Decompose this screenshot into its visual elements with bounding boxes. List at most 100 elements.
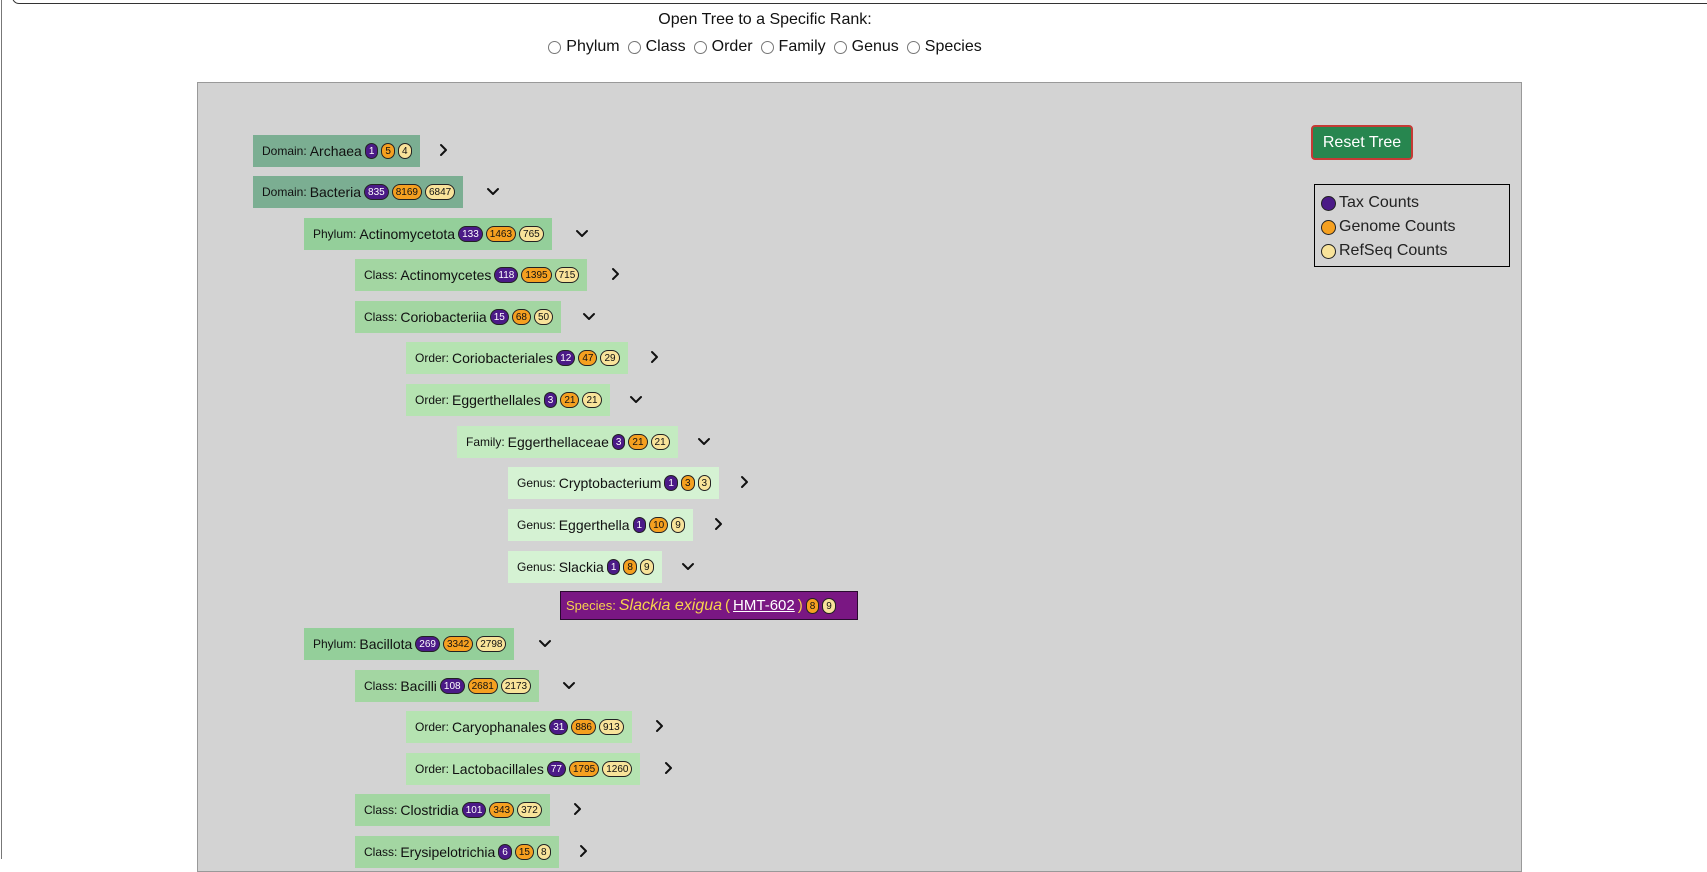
page-border <box>1 0 2 859</box>
class-radio[interactable] <box>627 40 641 54</box>
tree-node-slackia[interactable]: Genus: Slackia 1 8 9 <box>508 551 662 583</box>
rank-option-phylum[interactable]: Phylum <box>548 38 620 56</box>
legend-label: Tax Counts <box>1339 194 1420 211</box>
tree-node-bacteria[interactable]: Domain: Bacteria 835 8169 6847 <box>253 176 464 208</box>
legend: Tax Counts Genome Counts RefSeq Counts <box>1314 184 1510 267</box>
node-name: Cryptobacterium <box>558 475 662 491</box>
rank-option-class[interactable]: Class <box>627 38 686 56</box>
tree-node-lactobacillales[interactable]: Order: Lactobacillales 77 1795 1260 <box>406 753 641 785</box>
chevron-right-icon[interactable] <box>435 142 451 158</box>
legend-row-refseq: RefSeq Counts <box>1321 239 1503 263</box>
rank-option-label: Order <box>711 38 753 55</box>
genus-radio[interactable] <box>833 40 847 54</box>
tree-node-bacilli[interactable]: Class: Bacilli 108 2681 2173 <box>355 670 540 702</box>
species-radio[interactable] <box>906 40 920 54</box>
rank-selector: Phylum Class Order Family Genus Species <box>0 38 1530 56</box>
tree-node-caryophanales[interactable]: Order: Caryophanales 31 886 913 <box>406 711 632 743</box>
tree-node-archaea[interactable]: Domain: Archaea 1 5 4 <box>253 135 420 167</box>
tree-node-eggerthella[interactable]: Genus: Eggerthella 1 10 9 <box>508 509 693 541</box>
genome-count-badge: 47 <box>578 350 598 366</box>
tree-node-actinomycetota[interactable]: Phylum: Actinomycetota 133 1463 765 <box>304 218 552 250</box>
chevron-down-icon[interactable] <box>485 183 501 199</box>
genome-count-badge: 3 <box>680 475 695 491</box>
rank-option-label: Phylum <box>566 38 620 55</box>
node-name: Slackia <box>558 559 604 575</box>
species-node[interactable]: Species: Slackia exigua (HMT-602) 8 9 <box>560 591 858 620</box>
refseq-count-badge: 372 <box>517 802 542 818</box>
genome-count-badge: 5 <box>381 143 395 159</box>
refseq-count-badge: 2798 <box>476 636 507 652</box>
chevron-right-icon[interactable] <box>736 474 752 490</box>
node-name: Bacillota <box>359 636 413 652</box>
tax-count-badge: 1 <box>606 559 621 575</box>
order-radio[interactable] <box>693 40 707 54</box>
tax-count-badge: 1 <box>364 143 379 159</box>
node-name: Lactobacillales <box>452 761 544 777</box>
genome-count-dot-icon <box>1321 219 1336 235</box>
chevron-right-icon[interactable] <box>710 516 726 532</box>
genome-count-badge: 1463 <box>485 226 517 242</box>
rank-option-order[interactable]: Order <box>693 38 753 56</box>
chevron-right-icon[interactable] <box>575 843 591 859</box>
node-name: Coriobacteriia <box>400 309 487 325</box>
tax-count-badge: 6 <box>498 844 512 860</box>
tax-count-badge: 1 <box>664 475 678 491</box>
reset-tree-button[interactable]: Reset Tree <box>1311 125 1413 160</box>
node-rank: Class: <box>364 803 398 817</box>
rank-option-family[interactable]: Family <box>760 38 826 56</box>
tax-count-badge: 77 <box>546 761 566 777</box>
tax-count-badge: 15 <box>489 309 509 325</box>
tree-node-eggerthellaceae[interactable]: Family: Eggerthellaceae 3 21 21 <box>457 426 678 458</box>
chevron-down-icon[interactable] <box>537 635 553 651</box>
tree-node-bacillota[interactable]: Phylum: Bacillota 269 3342 2798 <box>304 628 515 660</box>
chevron-right-icon[interactable] <box>660 760 676 776</box>
chevron-down-icon[interactable] <box>561 677 577 693</box>
rank-option-species[interactable]: Species <box>906 38 982 56</box>
refseq-count-badge: 2173 <box>500 678 532 694</box>
tax-count-dot-icon <box>1321 195 1336 211</box>
top-frame <box>12 0 1707 4</box>
refseq-count-badge: 1260 <box>602 761 633 777</box>
chevron-right-icon[interactable] <box>646 349 662 365</box>
chevron-right-icon[interactable] <box>569 801 585 817</box>
chevron-down-icon[interactable] <box>581 308 597 324</box>
genome-count-badge: 8169 <box>391 184 422 200</box>
genome-count-badge: 8 <box>805 597 820 614</box>
tax-count-badge: 108 <box>439 678 465 694</box>
hmt-link[interactable]: HMT-602 <box>733 597 795 614</box>
node-name: Eggerthellaceae <box>507 434 609 450</box>
species-name: Slackia exigua <box>618 596 723 614</box>
genome-count-badge: 886 <box>571 719 596 735</box>
tree-node-coriobacteriia[interactable]: Class: Coriobacteriia 15 68 50 <box>355 301 562 333</box>
tree-node-cryptobacterium[interactable]: Genus: Cryptobacterium 1 3 3 <box>508 467 720 499</box>
rank-option-genus[interactable]: Genus <box>833 38 899 56</box>
refseq-count-badge: 8 <box>536 844 551 860</box>
tree-node-coriobacteriales[interactable]: Order: Coriobacteriales 12 47 29 <box>406 342 628 374</box>
tax-count-badge: 269 <box>415 636 440 652</box>
tree-node-clostridia[interactable]: Class: Clostridia 101 343 372 <box>355 794 550 826</box>
refseq-count-badge: 6847 <box>424 184 456 200</box>
refseq-count-badge: 3 <box>697 475 712 491</box>
tree-node-erysipelotrichia[interactable]: Class: Erysipelotrichia 6 15 8 <box>355 836 559 868</box>
refseq-count-badge: 29 <box>600 350 620 366</box>
refseq-count-badge: 50 <box>533 309 554 325</box>
refseq-count-badge: 9 <box>639 559 654 575</box>
chevron-down-icon[interactable] <box>696 433 712 449</box>
genome-count-badge: 3342 <box>442 636 474 652</box>
tax-count-badge: 31 <box>549 719 569 735</box>
chevron-right-icon[interactable] <box>651 718 667 734</box>
family-radio[interactable] <box>760 40 774 54</box>
tree-node-eggerthellales[interactable]: Order: Eggerthellales 3 21 21 <box>406 384 610 416</box>
chevron-down-icon[interactable] <box>574 225 590 241</box>
chevron-down-icon[interactable] <box>628 391 644 407</box>
species-close-paren: ) <box>797 597 803 614</box>
phylum-radio[interactable] <box>548 40 562 54</box>
tree-node-actinomycetes[interactable]: Class: Actinomycetes 118 1395 715 <box>355 259 588 291</box>
tax-count-badge: 3 <box>543 392 558 408</box>
node-rank: Order: <box>415 720 450 734</box>
genome-count-badge: 15 <box>514 844 534 860</box>
chevron-down-icon[interactable] <box>680 558 696 574</box>
node-name: Erysipelotrichia <box>400 844 496 860</box>
chevron-right-icon[interactable] <box>607 266 623 282</box>
node-name: Caryophanales <box>452 719 547 735</box>
